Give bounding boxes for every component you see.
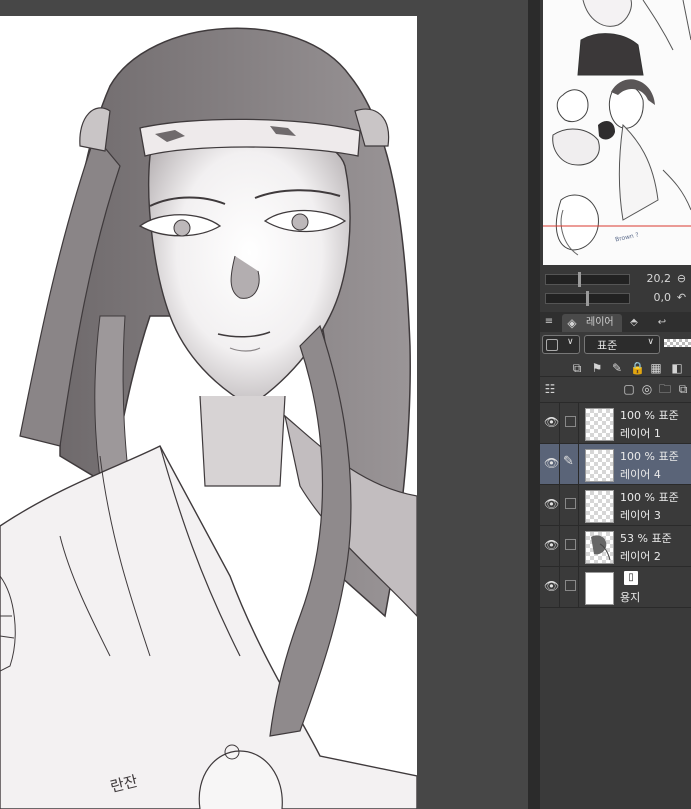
chevron-down-icon: ∨	[647, 337, 654, 347]
tab-layer-label: 레이어	[586, 317, 614, 328]
layer-lock-checkbox[interactable]	[565, 416, 576, 427]
clip-icon[interactable]: ⧉	[570, 361, 584, 375]
navigator-sketches	[543, 0, 691, 256]
layer-thumbnail	[585, 572, 614, 605]
new-folder-icon[interactable]: 🗀	[658, 382, 672, 396]
visibility-eye-icon[interactable]: 👁	[544, 497, 559, 511]
paper-layer-icon: ▯	[624, 571, 638, 585]
undo-history-icon: ↩	[657, 317, 667, 328]
layer-name: 레이어 4	[620, 468, 661, 481]
tab-layer-property[interactable]: ⬘	[624, 314, 644, 332]
layer-action-toolbar: ☷ ▢ ◎ 🗀 ⧉	[540, 376, 691, 401]
panel-menu-icon[interactable]: ≡	[544, 315, 554, 329]
layer-lock-checkbox[interactable]	[565, 580, 576, 591]
draft-icon[interactable]: ✎	[610, 361, 624, 375]
layer-panel: ≡ ◈ 레이어 ⬘ ↩ ∨ 표준 ∨ ⧉ ⚑ ✎ 🔒 ▦ ◧ ☷ ▢ ◎ 🗀 ⧉…	[540, 312, 691, 809]
rotation-slider[interactable]	[545, 291, 630, 306]
layer-property-icon: ⬘	[630, 317, 638, 328]
pen-icon: ✎	[563, 454, 574, 469]
zoom-out-icon[interactable]: ⊖	[675, 272, 688, 285]
zoom-value: 20,2	[646, 272, 672, 285]
drawing-illustration	[0, 27, 417, 809]
layer-lock-checkbox[interactable]	[565, 539, 576, 550]
layer-tabbar: ≡ ◈ 레이어 ⬘ ↩	[540, 312, 691, 332]
layer-thumbnail	[585, 408, 614, 441]
layer-row[interactable]: 👁 100 % 표준 레이어 1	[540, 402, 691, 443]
lock-transparency-icon[interactable]: ▦	[649, 361, 663, 375]
rotate-reset-icon[interactable]: ↶	[675, 291, 688, 304]
layer-opacity-mode: 53 % 표준	[620, 532, 672, 545]
layer-thumbnail	[585, 490, 614, 523]
navigator-controls: 20,2 ⊖ 0,0 ↶	[540, 268, 691, 312]
layer-thumbnail	[585, 531, 614, 564]
canvas-area[interactable]: 란잔	[0, 0, 528, 809]
zoom-slider[interactable]	[545, 272, 630, 287]
layer-list-icon[interactable]: ☷	[543, 382, 557, 396]
layer-color-selector[interactable]: ∨	[542, 335, 580, 354]
mask-icon[interactable]: ◧	[670, 361, 684, 375]
layer-name: 레이어 1	[620, 427, 661, 440]
copy-layer-icon[interactable]: ⧉	[676, 382, 690, 396]
navigator-panel: Brown ?	[540, 0, 691, 268]
layer-list-end	[540, 607, 691, 608]
opacity-slider[interactable]	[664, 339, 691, 347]
layer-row-selected[interactable]: 👁 ✎ 100 % 표준 레이어 4	[540, 443, 691, 484]
layers-icon: ◈	[567, 316, 577, 330]
layer-row[interactable]: 👁 53 % 표준 레이어 2	[540, 525, 691, 566]
layer-opacity-mode: 100 % 표준	[620, 409, 679, 422]
sketch-thumbnail-art	[591, 535, 611, 561]
visibility-eye-icon[interactable]: 👁	[544, 538, 559, 552]
tab-layer[interactable]: ◈ 레이어	[562, 314, 622, 332]
navigator-preview[interactable]: Brown ?	[543, 0, 691, 265]
drawing-paper[interactable]: 란잔	[0, 16, 417, 809]
tab-history[interactable]: ↩	[652, 314, 672, 332]
blend-mode-select[interactable]: 표준 ∨	[584, 335, 660, 354]
new-raster-layer-icon[interactable]: ▢	[622, 382, 636, 396]
chevron-down-icon: ∨	[567, 337, 574, 347]
layer-name: 용지	[620, 591, 641, 604]
layer-name: 레이어 2	[620, 550, 661, 563]
new-vector-layer-icon[interactable]: ◎	[640, 382, 654, 396]
layer-opacity-mode: 100 % 표준	[620, 491, 679, 504]
layer-row[interactable]: 👁 100 % 표준 레이어 3	[540, 484, 691, 525]
rotation-value: 0,0	[653, 291, 672, 304]
layer-lock-checkbox[interactable]	[565, 498, 576, 509]
layer-row-paper[interactable]: 👁 ▯ 용지	[540, 566, 691, 607]
layer-thumbnail	[585, 449, 614, 482]
reference-icon[interactable]: ⚑	[590, 361, 604, 375]
visibility-eye-icon[interactable]: 👁	[544, 456, 559, 470]
visibility-eye-icon[interactable]: 👁	[544, 579, 559, 593]
layer-opacity-mode: 100 % 표준	[620, 450, 679, 463]
blend-mode-value: 표준	[597, 339, 618, 352]
lock-icon[interactable]: 🔒	[630, 361, 645, 375]
panel-divider[interactable]	[528, 0, 540, 809]
layer-name: 레이어 3	[620, 509, 661, 522]
blend-mode-row: ∨ 표준 ∨	[540, 332, 691, 356]
visibility-eye-icon[interactable]: 👁	[544, 415, 559, 429]
